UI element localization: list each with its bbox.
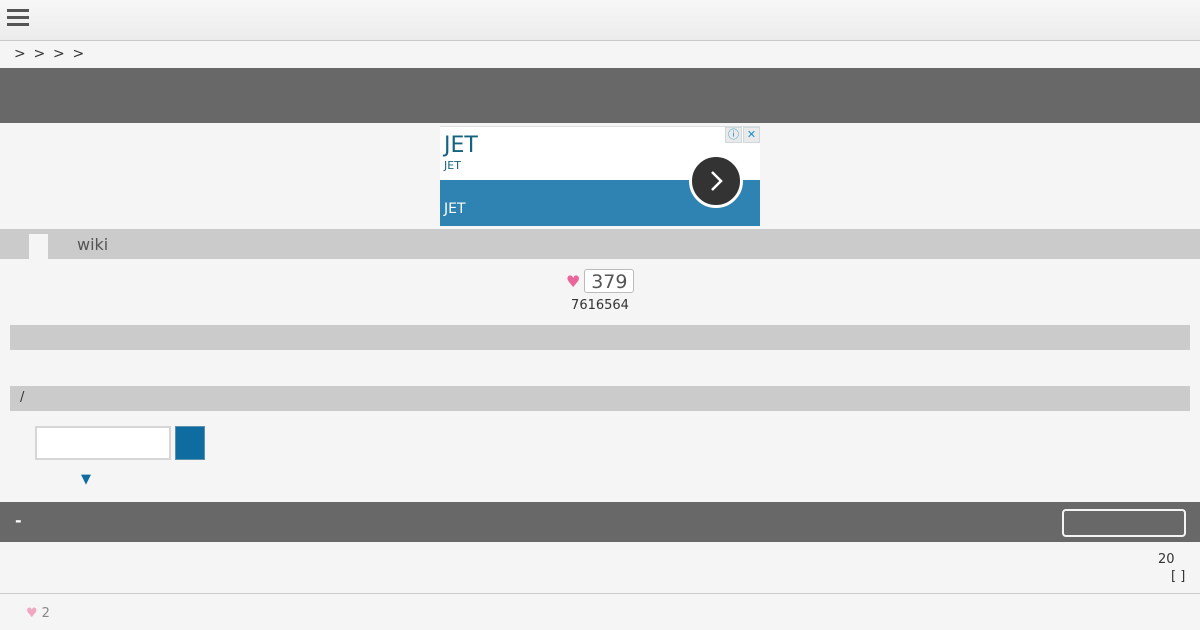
close-icon[interactable]: ✕ (743, 127, 760, 143)
heart-icon[interactable]: ♥ (566, 272, 580, 291)
comment-like[interactable]: ♥ 2 (26, 606, 50, 621)
breadcrumb-separator: > (72, 46, 85, 62)
heart-icon[interactable]: ♥ (26, 606, 38, 621)
band-button[interactable] (1062, 509, 1186, 537)
section-label: / (20, 390, 25, 405)
ad-title[interactable]: JET (444, 133, 478, 158)
band-dash: - (15, 511, 22, 530)
hamburger-menu-icon[interactable] (7, 6, 29, 32)
page-title-bar: wiki (0, 229, 1200, 259)
footer-band: - (0, 502, 1200, 542)
title-tab (29, 234, 48, 259)
brackets-link[interactable]: [ ] (1171, 569, 1185, 584)
like-widget[interactable]: ♥ 379 (566, 269, 635, 293)
info-icon[interactable]: ⓘ (725, 127, 742, 143)
comment-like-count: 2 (41, 606, 50, 621)
divider (0, 593, 1200, 594)
top-bar (0, 0, 1200, 41)
ad-controls: ⓘ ✕ (725, 127, 760, 143)
section-header (10, 325, 1190, 350)
like-count: 379 (584, 269, 635, 293)
chevron-down-icon[interactable]: ▼ (81, 472, 91, 487)
search-input[interactable] (35, 426, 171, 460)
chevron-right-icon[interactable] (689, 154, 743, 208)
search-button[interactable] (175, 426, 205, 460)
advertisement[interactable]: JET JET ⓘ ✕ JET (440, 126, 760, 226)
breadcrumb-separator: > (14, 46, 26, 62)
breadcrumb: > > > > (14, 46, 92, 64)
breadcrumb-separator: > (33, 46, 46, 62)
view-count: 7616564 (571, 298, 629, 313)
ad-band-text: JET (444, 201, 466, 217)
breadcrumb-separator: > (53, 46, 65, 62)
ad-subtitle: JET (444, 159, 461, 172)
page-count: 20 (1158, 552, 1175, 567)
page-title: wiki (77, 235, 109, 254)
header-banner (0, 68, 1200, 123)
section-header: / (10, 386, 1190, 411)
